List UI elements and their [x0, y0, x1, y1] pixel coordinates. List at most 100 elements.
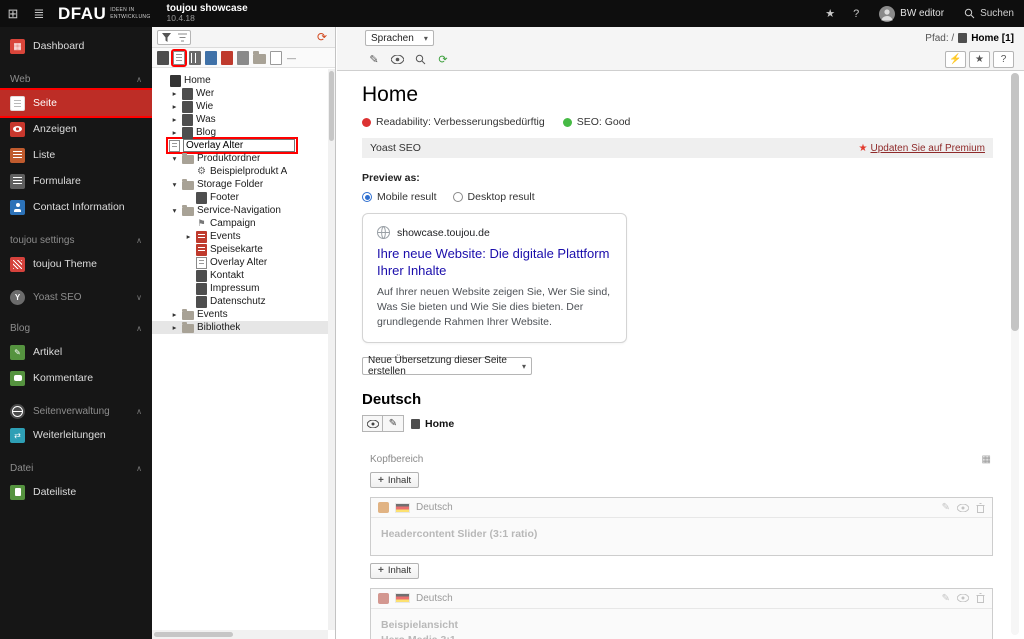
scrollbar-thumb[interactable]: [1011, 73, 1019, 331]
chevron-right-icon[interactable]: ▸: [170, 115, 179, 124]
bookmark-button[interactable]: ★: [969, 51, 990, 68]
sidebar-item-formulare[interactable]: Formulare: [0, 168, 152, 194]
sidebar-item-dashboard[interactable]: Dashboard: [0, 33, 152, 59]
tree-refresh-icon[interactable]: ⟳: [314, 30, 330, 44]
tree-item-footer[interactable]: Footer: [152, 191, 335, 204]
new-backend-section-icon[interactable]: [189, 50, 201, 65]
chevron-right-icon[interactable]: ▸: [170, 89, 179, 98]
tree-item-speisekarte[interactable]: Speisekarte: [152, 243, 335, 256]
sidebar-section-yoast-seo[interactable]: Yoast SEO ∨: [0, 286, 152, 308]
help-button[interactable]: ?: [843, 0, 869, 27]
sidebar-section-blog[interactable]: Blog ∧: [0, 317, 152, 339]
new-page-alt-icon[interactable]: [171, 48, 187, 67]
clear-cache-button[interactable]: ⟳: [434, 51, 452, 68]
sidebar-item-contact-information[interactable]: Contact Information: [0, 194, 152, 220]
add-content-button-2[interactable]: + Inhalt: [370, 562, 420, 579]
tree-item-service-navigation[interactable]: ▾ Service-Navigation: [152, 204, 335, 217]
new-recycler-icon[interactable]: [270, 50, 282, 65]
tree-rename-input[interactable]: [183, 139, 295, 152]
apps-grid-button[interactable]: ⊞: [0, 0, 26, 27]
snippet-url: showcase.toujou.de: [397, 226, 490, 239]
tree-item-wer[interactable]: ▸ Wer: [152, 87, 335, 100]
help-button[interactable]: ?: [993, 51, 1014, 68]
sidebar-section-web[interactable]: Web ∧: [0, 68, 152, 90]
tree-item-kontakt[interactable]: Kontakt: [152, 269, 335, 282]
language-select[interactable]: Sprachen ▾: [365, 30, 434, 46]
new-shortcut-icon[interactable]: [205, 50, 217, 65]
tree-item-was[interactable]: ▸ Was: [152, 113, 335, 126]
tree-item-overlay-alter[interactable]: Overlay Alter: [152, 256, 335, 269]
sidebar-item-artikel[interactable]: Artikel: [0, 339, 152, 365]
chevron-right-icon[interactable]: ▸: [170, 323, 179, 332]
user-menu[interactable]: BW editor: [869, 0, 954, 27]
snippet-title[interactable]: Ihre neue Website: Die digitale Plattfor…: [377, 246, 612, 280]
new-page-icon[interactable]: [157, 50, 169, 65]
view-page-button[interactable]: [362, 415, 383, 433]
sidebar-item-anzeigen[interactable]: Anzeigen: [0, 116, 152, 142]
chevron-right-icon[interactable]: ▸: [184, 232, 193, 241]
content-element-1[interactable]: Deutsch ✎ Headercontent Slider (3:1 rati…: [370, 497, 993, 556]
sidebar-item-toujou-theme[interactable]: toujou Theme: [0, 251, 152, 277]
toggle-visibility-button[interactable]: [957, 503, 969, 512]
yoast-panel-header[interactable]: Yoast SEO ★ Updaten Sie auf Premium: [362, 138, 993, 158]
tree-item-impressum[interactable]: Impressum: [152, 282, 335, 295]
chevron-down-icon[interactable]: ▾: [170, 180, 179, 189]
content-element-2[interactable]: Deutsch ✎ Beispielansicht Hero Media 3:1: [370, 587, 993, 639]
sidebar-item-dateiliste[interactable]: Dateiliste: [0, 479, 152, 505]
sidebar-section-toujou-settings[interactable]: toujou settings ∧: [0, 229, 152, 251]
tree-item-blog[interactable]: ▸ Blog: [152, 126, 335, 139]
tree-item-events-sub[interactable]: ▸ Events: [152, 230, 335, 243]
delete-content-button[interactable]: [976, 502, 985, 513]
radio-desktop-result[interactable]: Desktop result: [452, 191, 535, 203]
edit-content-button[interactable]: ✎: [942, 593, 950, 604]
chevron-right-icon[interactable]: ▸: [170, 102, 179, 111]
tree-funnel-icon[interactable]: [158, 31, 174, 44]
module-menu-toggle-button[interactable]: ≣: [26, 0, 52, 27]
main-vertical-scrollbar[interactable]: [1011, 73, 1019, 635]
add-content-button-1[interactable]: + Inhalt: [370, 472, 420, 489]
radio-mobile-result[interactable]: Mobile result: [362, 191, 437, 203]
tree-horizontal-scrollbar[interactable]: [152, 630, 328, 639]
edit-content-button[interactable]: ✎: [942, 502, 950, 513]
bookmarks-button[interactable]: ★: [817, 0, 843, 27]
tree-vertical-scrollbar[interactable]: [328, 69, 335, 630]
tree-item-beispielprodukt-a[interactable]: ⚙ Beispielprodukt A: [152, 165, 335, 178]
chevron-right-icon[interactable]: ▸: [170, 310, 179, 319]
chevron-right-icon[interactable]: ▸: [170, 128, 179, 137]
new-translation-select[interactable]: Neue Übersetzung dieser Seite erstellen …: [362, 355, 532, 377]
search-button[interactable]: Suchen: [954, 0, 1024, 27]
yoast-premium-link[interactable]: ★ Updaten Sie auf Premium: [859, 143, 985, 154]
sidebar-item-seite[interactable]: Seite: [0, 88, 154, 118]
new-folder-icon[interactable]: [253, 51, 266, 64]
sidebar-section-seitenverwaltung[interactable]: Seitenverwaltung ∧: [0, 400, 152, 422]
edit-page-properties-button[interactable]: ✎: [365, 51, 383, 68]
view-webpage-button[interactable]: [388, 51, 406, 68]
new-divider-icon[interactable]: [286, 51, 298, 65]
sidebar-item-weiterleitungen[interactable]: Weiterleitungen: [0, 422, 152, 448]
column-menu-icon[interactable]: ▦: [982, 454, 991, 465]
tree-item-events[interactable]: ▸ Events: [152, 308, 335, 321]
tree-item-storage-folder[interactable]: ▾ Storage Folder: [152, 178, 335, 191]
delete-content-button[interactable]: [976, 593, 985, 604]
tree-item-home[interactable]: Home: [152, 74, 335, 87]
tree-item-bibliothek[interactable]: ▸ Bibliothek: [152, 321, 335, 334]
tree-filter-icon[interactable]: [174, 31, 190, 44]
scrollbar-thumb[interactable]: [329, 71, 334, 141]
chevron-down-icon[interactable]: ▾: [170, 206, 179, 215]
dfau-logo[interactable]: DFAU IDEEN IN ENTWICKLUNG: [58, 4, 151, 24]
tree-item-campaign[interactable]: ⚑ Campaign: [152, 217, 335, 230]
sidebar-item-liste[interactable]: Liste: [0, 142, 152, 168]
tree-item-produktordner[interactable]: ▾ Produktordner: [152, 152, 335, 165]
tree-item-datenschutz[interactable]: Datenschutz: [152, 295, 335, 308]
new-mountpoint-icon[interactable]: [221, 50, 233, 65]
edit-page-button[interactable]: ✎: [383, 415, 404, 433]
sidebar-item-kommentare[interactable]: Kommentare: [0, 365, 152, 391]
scrollbar-thumb[interactable]: [154, 632, 234, 637]
new-external-url-icon[interactable]: [237, 50, 249, 65]
cache-bolt-button[interactable]: ⚡: [945, 51, 966, 68]
chevron-down-icon[interactable]: ▾: [170, 154, 179, 163]
sidebar-section-datei[interactable]: Datei ∧: [0, 457, 152, 479]
toggle-visibility-button[interactable]: [957, 594, 969, 603]
search-button[interactable]: [411, 51, 429, 68]
tree-item-wie[interactable]: ▸ Wie: [152, 100, 335, 113]
